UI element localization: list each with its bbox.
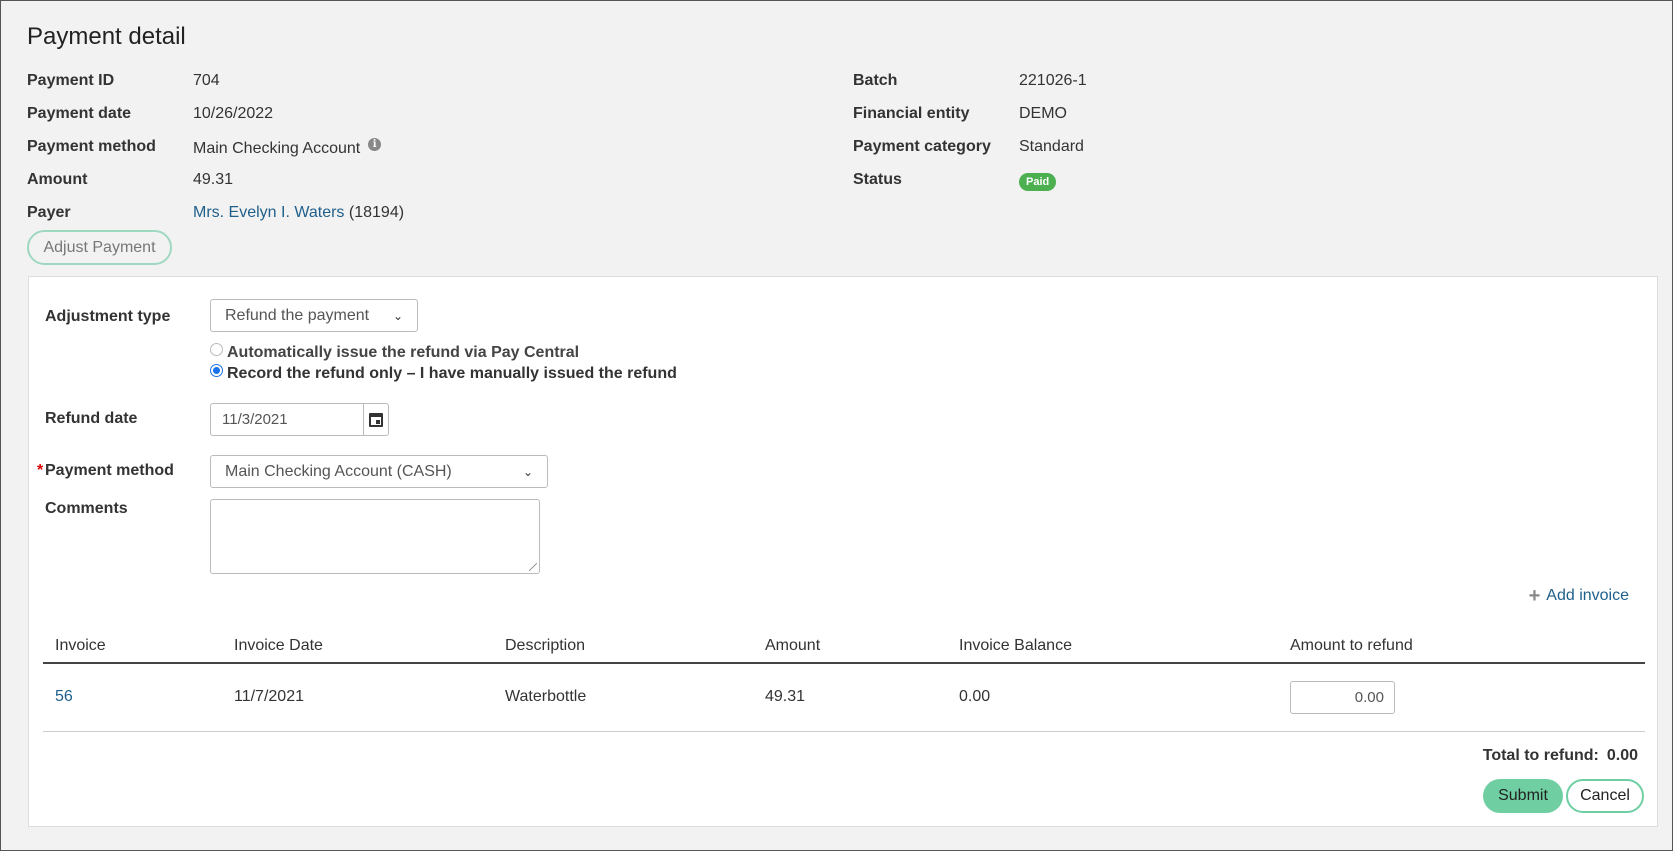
invoice-table: Invoice Invoice Date Description Amount … <box>43 629 1645 732</box>
payment-method-select[interactable]: Main Checking Account (CASH) ⌄ <box>210 455 548 488</box>
payment-method-value: Main Checking Account (CASH) <box>225 462 452 480</box>
adjustment-type-select[interactable]: Refund the payment ⌄ <box>210 299 418 332</box>
detail-value: Main Checking Account i <box>193 138 382 158</box>
submit-button[interactable]: Submit <box>1483 779 1563 813</box>
cell-invoice-balance: 0.00 <box>947 663 1278 732</box>
comments-textarea[interactable] <box>210 499 540 574</box>
total-value: 0.00 <box>1606 747 1638 764</box>
col-amount-to-refund: Amount to refund <box>1278 629 1645 664</box>
detail-label: Payment date <box>27 105 132 122</box>
cancel-button[interactable]: Cancel <box>1566 779 1644 813</box>
adjust-payment-button[interactable]: Adjust Payment <box>27 230 172 265</box>
detail-value: DEMO <box>1019 105 1067 122</box>
comments-label: Comments <box>45 500 128 517</box>
chevron-down-icon: ⌄ <box>522 464 533 479</box>
refund-date-input[interactable]: 11/3/2021 <box>210 403 389 436</box>
plus-icon: + <box>1528 585 1541 607</box>
radio-record-only-option[interactable]: Record the refund only – I have manually… <box>210 363 677 383</box>
detail-label: Payment ID <box>27 72 115 89</box>
cell-amount: 49.31 <box>753 663 947 732</box>
col-invoice: Invoice <box>43 629 222 664</box>
calendar-icon <box>369 412 383 427</box>
adjustment-type-value: Refund the payment <box>225 306 370 324</box>
detail-label: Payer <box>27 204 71 221</box>
radio-auto-refund-option[interactable]: Automatically issue the refund via Pay C… <box>210 342 580 362</box>
table-row: 56 11/7/2021 Waterbottle 49.31 0.00 0.00 <box>43 663 1645 732</box>
calendar-button[interactable] <box>363 404 388 435</box>
detail-label: Financial entity <box>853 105 970 122</box>
amount-to-refund-input[interactable]: 0.00 <box>1290 680 1395 714</box>
payment-method-label: Payment method <box>45 462 174 479</box>
col-amount: Amount <box>753 629 947 664</box>
detail-label: Amount <box>27 171 88 188</box>
adjustment-type-label: Adjustment type <box>45 308 171 325</box>
detail-label: Payment category <box>853 138 991 155</box>
adjustment-panel: Adjustment type Refund the payment ⌄ Aut… <box>28 276 1658 827</box>
table-header-row: Invoice Invoice Date Description Amount … <box>43 629 1645 664</box>
payer-link[interactable]: Mrs. Evelyn I. Waters <box>193 204 344 221</box>
radio-auto-refund[interactable] <box>210 342 223 356</box>
detail-value: Standard <box>1019 138 1084 155</box>
payment-method-text: Main Checking Account <box>193 140 361 157</box>
radio-auto-refund-label: Automatically issue the refund via Pay C… <box>227 344 580 361</box>
add-invoice-link[interactable]: + Add invoice <box>1528 585 1629 607</box>
cell-invoice: 56 <box>43 663 222 732</box>
detail-value: 704 <box>193 72 220 89</box>
detail-label: Batch <box>853 72 898 89</box>
col-invoice-date: Invoice Date <box>222 629 493 664</box>
total-label: Total to refund: <box>1482 747 1599 764</box>
payment-detail-window: Payment detail Payment ID 704 Payment da… <box>0 0 1673 851</box>
required-marker: * <box>37 462 44 479</box>
payer-id: (18194) <box>348 204 405 221</box>
detail-value: 49.31 <box>193 171 234 188</box>
cell-amount-to-refund: 0.00 <box>1278 663 1645 732</box>
detail-label: Status <box>853 171 902 188</box>
detail-label: Payment method <box>27 138 156 155</box>
col-description: Description <box>493 629 753 664</box>
total-to-refund: Total to refund: 0.00 <box>1483 747 1638 765</box>
status-badge: Paid <box>1019 173 1057 191</box>
page-title: Payment detail <box>27 23 186 50</box>
invoice-link[interactable]: 56 <box>55 688 73 705</box>
refund-date-label: Refund date <box>45 410 138 427</box>
detail-value: Paid <box>1019 172 1057 191</box>
batch-link[interactable]: 221026-1 <box>1019 72 1087 90</box>
radio-record-only-label: Record the refund only – I have manually… <box>227 365 677 382</box>
radio-record-only[interactable] <box>210 363 223 377</box>
chevron-down-icon: ⌄ <box>392 308 403 323</box>
cell-description: Waterbottle <box>493 663 753 732</box>
detail-value: Mrs. Evelyn I. Waters (18194) <box>193 204 404 222</box>
cell-invoice-date: 11/7/2021 <box>222 663 493 732</box>
info-icon[interactable]: i <box>368 138 382 151</box>
refund-date-value: 11/3/2021 <box>222 411 288 428</box>
add-invoice-label: Add invoice <box>1546 587 1629 604</box>
detail-value: 10/26/2022 <box>193 105 274 122</box>
col-invoice-balance: Invoice Balance <box>947 629 1278 664</box>
